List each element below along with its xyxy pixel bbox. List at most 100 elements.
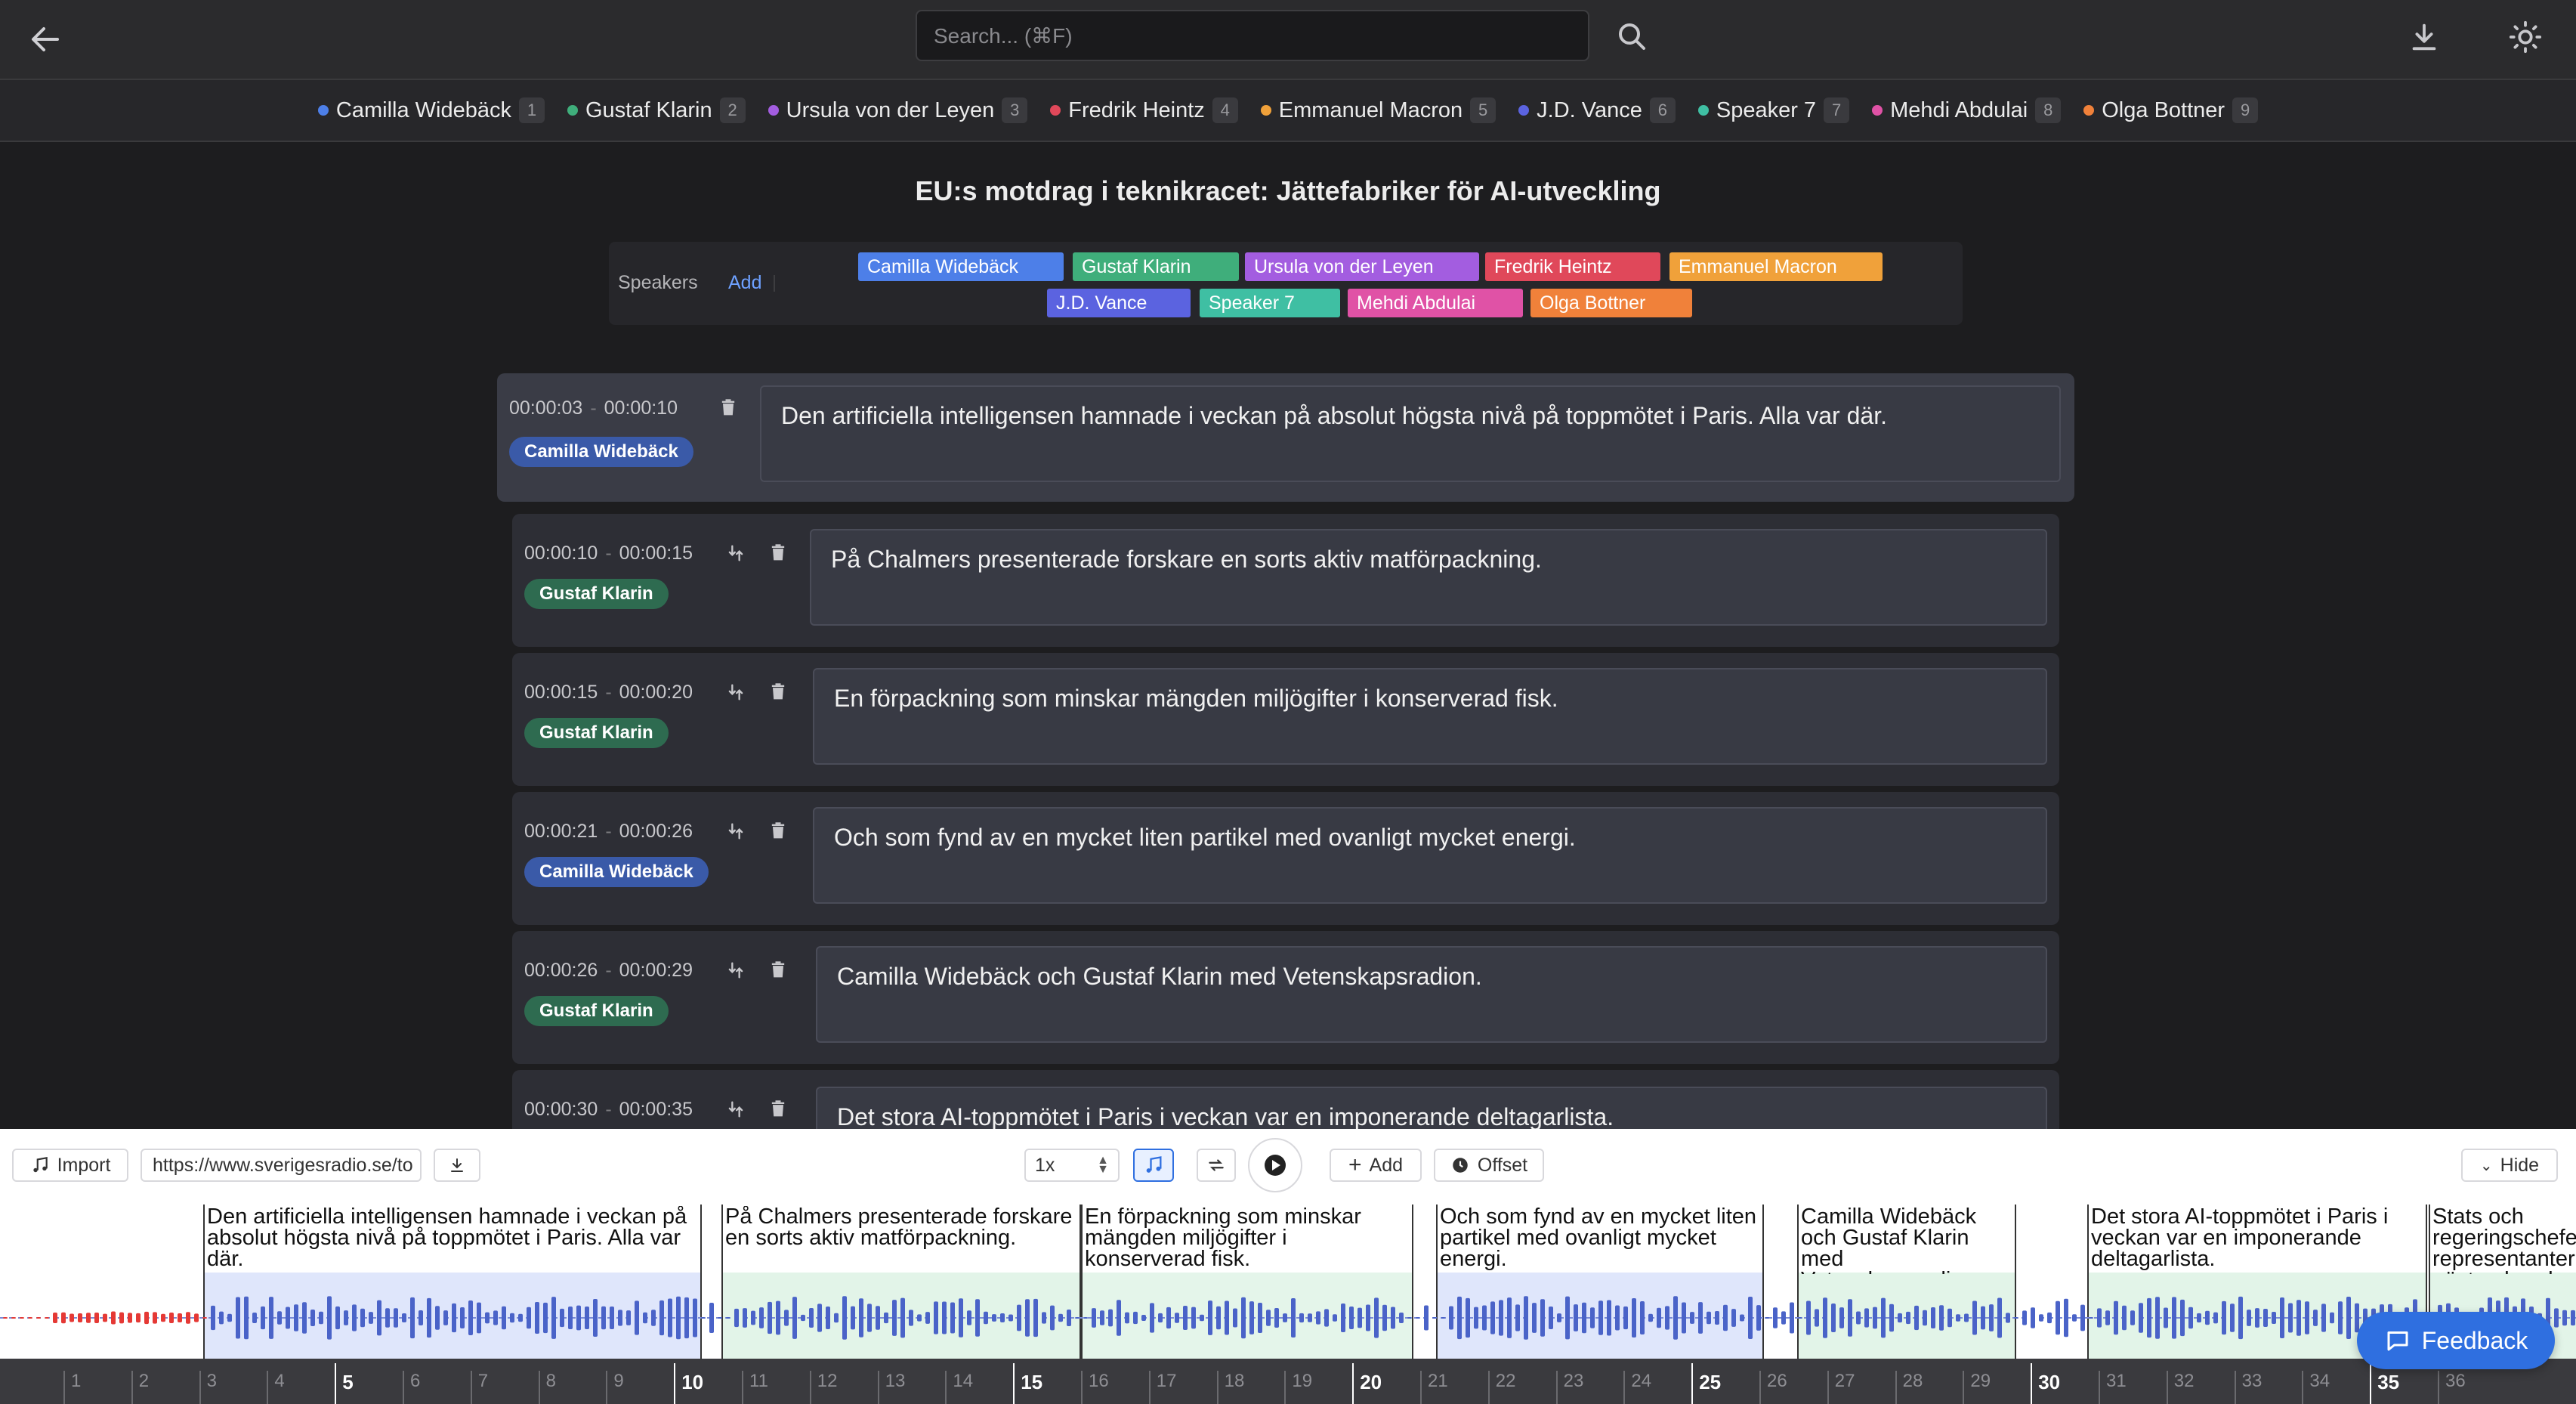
speaker-tab[interactable]: Emmanuel Macron 5 [1260,97,1496,123]
segment-text-editor[interactable]: En förpackning som minskar mängden miljö… [813,668,2047,765]
music-mode-toggle[interactable] [1133,1149,1174,1182]
segment-text-editor[interactable]: Camilla Widebäck och Gustaf Klarin med V… [816,946,2047,1043]
segment-start-time[interactable]: 00:00:03 [509,397,582,419]
waveform-bar [1864,1308,1869,1328]
speaker-tab[interactable]: Olga Bottner 9 [2083,97,2259,123]
segment-speaker-badge[interactable]: Gustaf Klarin [524,718,669,748]
segment-end-time[interactable]: 00:00:35 [619,1099,693,1120]
transcript-segment[interactable]: 00:00:21-00:00:26 Camilla Widebäck Och som… [512,792,2059,925]
search-icon[interactable] [1614,18,1650,54]
segment-end-time[interactable]: 00:00:15 [619,543,693,564]
speaker-tab[interactable]: Mehdi Abdulai 8 [1872,97,2062,123]
feedback-button[interactable]: Feedback [2357,1312,2555,1369]
segment-end-time[interactable]: 00:00:29 [619,960,693,981]
merge-arrows-icon[interactable] [725,543,746,564]
segment-text-editor[interactable]: På Chalmers presenterade forskare en sor… [810,529,2047,626]
ruler-tick [63,1371,65,1404]
segment-time-range[interactable]: 00:00:30-00:00:35 [524,1099,693,1121]
segment-speaker-badge[interactable]: Camilla Widebäck [509,437,693,467]
add-segment-button[interactable]: + Add [1330,1149,1422,1182]
speaker-chip[interactable]: Olga Bottner [1530,289,1692,317]
segment-text-editor[interactable]: Och som fynd av en mycket liten partikel… [813,807,2047,904]
region-label[interactable]: Stats och regeringschefer representanter… [2429,1206,2576,1274]
play-button[interactable] [1248,1138,1302,1192]
speaker-chip[interactable]: Ursula von der Leyen [1245,252,1479,281]
segment-start-time[interactable]: 00:00:10 [524,543,598,564]
import-button[interactable]: Import [12,1149,128,1182]
trash-icon[interactable] [768,821,789,842]
transcript-segment[interactable]: 00:00:03-00:00:10 Camilla Widebäck Den art… [497,373,2074,502]
trash-icon[interactable] [768,960,789,981]
audio-url-input[interactable]: https://www.sverigesradio.se/to [141,1149,422,1182]
waveform-bar [1092,1308,1096,1328]
segment-time-range[interactable]: 00:00:03-00:00:10 [509,397,678,419]
waveform-bar [1939,1305,1944,1331]
download-audio-button[interactable] [434,1149,480,1182]
segment-time-range[interactable]: 00:00:15-00:00:20 [524,682,693,704]
plus-icon: + [1348,1152,1362,1177]
offset-button[interactable]: Offset [1434,1149,1544,1182]
speaker-tab[interactable]: J.D. Vance 6 [1518,97,1676,123]
back-arrow-icon[interactable] [27,21,63,57]
transcript-segment[interactable]: 00:00:15-00:00:20 Gustaf Klarin En förpack… [512,653,2059,786]
theme-toggle-icon[interactable] [2508,20,2543,54]
region-label[interactable]: En förpackning som minskar mängden miljö… [1082,1206,1413,1274]
time-ruler[interactable]: 1 2 3 4 5 6 7 8 9 10 11 12 13 14 15 16 17 18 19 20 21 22 23 24 2… [0,1359,2576,1404]
segment-speaker-badge[interactable]: Gustaf Klarin [524,579,669,609]
speaker-tab[interactable]: Gustaf Klarin 2 [567,97,746,123]
segment-end-time[interactable]: 00:00:26 [619,821,693,842]
speaker-tab[interactable]: Speaker 7 7 [1697,97,1850,123]
trash-icon[interactable] [768,1099,789,1120]
loop-button[interactable] [1197,1149,1236,1182]
region-label[interactable]: På Chalmers presenterade forskare en sor… [722,1206,1080,1274]
playback-speed-select[interactable]: 1x ▲ ▼ [1024,1149,1120,1182]
ruler-tick [2166,1371,2168,1404]
speaker-tab[interactable]: Ursula von der Leyen 3 [768,97,1028,123]
segment-speaker-badge[interactable]: Gustaf Klarin [524,996,669,1026]
speaker-chip[interactable]: Camilla Widebäck [858,252,1064,281]
region-label[interactable]: Och som fynd av en mycket liten partikel… [1437,1206,1763,1274]
segment-time-range[interactable]: 00:00:10-00:00:15 [524,543,693,564]
transcript-segment[interactable]: 00:00:26-00:00:29 Gustaf Klarin Camilla Wi… [512,931,2059,1064]
ruler-tick-label: 3 [206,1371,217,1391]
region-label[interactable]: Camilla Widebäck och Gustaf Klarin med V… [1798,1206,2012,1274]
segment-end-time[interactable]: 00:00:20 [619,682,693,703]
download-icon[interactable] [2407,20,2442,54]
merge-arrows-icon[interactable] [725,960,746,981]
region-label[interactable]: Det stora AI-toppmötet i Paris i veckan … [2088,1206,2426,1274]
add-speaker-button[interactable]: Add [728,272,761,294]
segment-start-time[interactable]: 00:00:26 [524,960,598,981]
hide-player-button[interactable]: ⌄ Hide [2461,1149,2558,1182]
segment-start-time[interactable]: 00:00:15 [524,682,598,703]
speaker-chip[interactable]: Emmanuel Macron [1669,252,1883,281]
segment-speaker-badge[interactable]: Camilla Widebäck [524,857,709,887]
trash-icon[interactable] [718,397,739,419]
transcript-segment[interactable]: 00:00:10-00:00:15 Gustaf Klarin På Chalmer… [512,514,2059,647]
trash-icon[interactable] [768,682,789,703]
waveform-timeline[interactable]: Den artificiella intelligensen hamnade i… [0,1205,2576,1404]
segment-start-time[interactable]: 00:00:21 [524,821,598,842]
search-input[interactable]: Search... (⌘F) [916,10,1589,61]
segment-time-range[interactable]: 00:00:21-00:00:26 [524,821,693,843]
speaker-chip[interactable]: Mehdi Abdulai [1348,289,1523,317]
merge-arrows-icon[interactable] [725,682,746,703]
segment-time-range[interactable]: 00:00:26-00:00:29 [524,960,693,982]
speaker-chip[interactable]: Speaker 7 [1200,289,1340,317]
region-label[interactable]: Den artificiella intelligensen hamnade i… [204,1206,700,1274]
merge-arrows-icon[interactable] [725,821,746,842]
speaker-chip[interactable]: J.D. Vance [1047,289,1191,317]
segment-start-time[interactable]: 00:00:30 [524,1099,598,1120]
waveform-bar [1399,1312,1404,1324]
trash-icon[interactable] [768,543,789,564]
waveform-bar [1191,1307,1196,1329]
speaker-chip[interactable]: Fredrik Heintz [1485,252,1660,281]
segment-end-time[interactable]: 00:00:10 [604,397,678,419]
merge-arrows-icon[interactable] [725,1099,746,1120]
ruler-tick-label: 32 [2173,1371,2195,1391]
waveform-bar [1341,1303,1345,1333]
speaker-chip[interactable]: Gustaf Klarin [1073,252,1239,281]
waveform-bar [651,1310,656,1326]
speaker-tab[interactable]: Camilla Widebäck 1 [317,97,545,123]
speaker-tab[interactable]: Fredrik Heintz 4 [1050,97,1238,123]
segment-text-editor[interactable]: Den artificiella intelligensen hamnade i… [760,385,2061,482]
